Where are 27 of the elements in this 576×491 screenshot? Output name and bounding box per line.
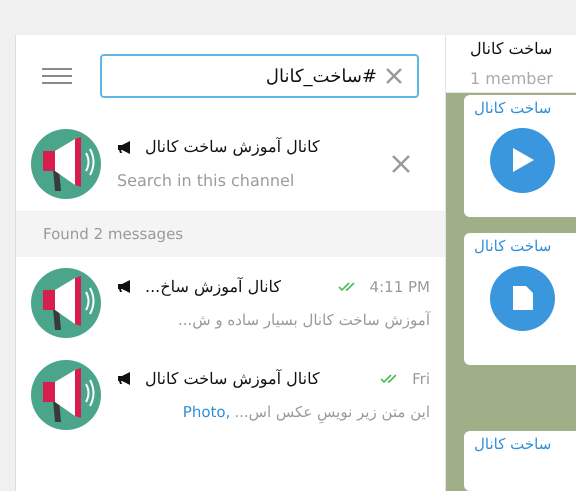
message-preview: آموزش ساخت کانال بسیار ساده و ش... xyxy=(178,310,430,331)
search-input: #ساخت_کانال xyxy=(114,62,377,90)
results-count: Found 2 messages xyxy=(43,224,184,246)
message-time: 4:11 PM xyxy=(370,276,430,298)
avatar-icon xyxy=(31,129,101,199)
message-time: Fri xyxy=(412,368,430,390)
avatar-icon xyxy=(31,360,101,430)
media-type: Photo, xyxy=(182,402,230,423)
close-icon[interactable] xyxy=(385,67,405,85)
megaphone-icon xyxy=(117,140,133,154)
file-icon xyxy=(510,284,534,312)
message-preview: این متن زیر نویسِ عکس اس... xyxy=(234,400,430,424)
megaphone-icon xyxy=(117,280,133,294)
menu-icon[interactable] xyxy=(42,68,72,84)
chat-name: کانال آموزش ساخت کانال xyxy=(145,368,320,390)
chat-title: ساخت کانال xyxy=(470,38,554,60)
avatar-icon xyxy=(31,268,101,338)
megaphone-icon xyxy=(117,372,133,386)
channel-name: کانال آموزش ساخت کانال xyxy=(145,136,320,158)
member-count: 1 member xyxy=(470,68,554,90)
chat-name: کانال آموزش ساخ... xyxy=(145,276,282,298)
sender-name: ساخت کانال xyxy=(474,98,552,119)
sender-name: ساخت کانال xyxy=(474,236,552,257)
search-hint: Search in this channel xyxy=(117,170,296,192)
search-field[interactable]: #ساخت_کانال xyxy=(100,54,419,98)
sender-name: ساخت کانال xyxy=(474,434,552,455)
close-icon[interactable] xyxy=(391,154,411,174)
